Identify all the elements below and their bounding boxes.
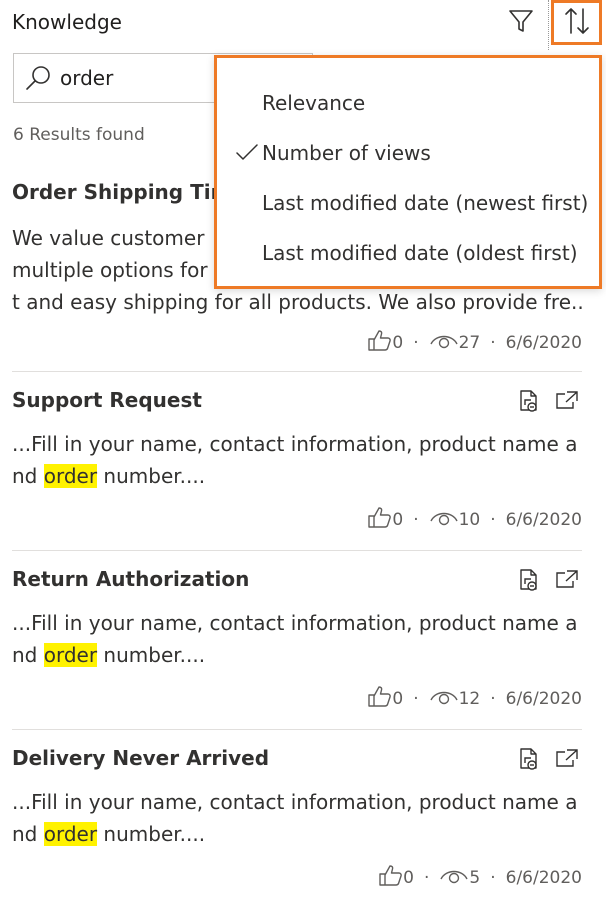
likes: 0: [377, 863, 414, 892]
article-meta: 0 · 10 · 6/6/2020: [366, 505, 582, 534]
article-title[interactable]: Return Authorization: [12, 567, 249, 591]
article-meta: 0 · 12 · 6/6/2020: [366, 684, 582, 713]
filter-button[interactable]: [503, 5, 539, 41]
article-actions: [516, 388, 580, 414]
article-card[interactable]: Support Request ...Fill in your name, co…: [12, 388, 582, 548]
likes-count: 0: [403, 867, 414, 888]
like-icon: [377, 863, 403, 892]
article-snippet: ...Fill in your name, contact informatio…: [12, 607, 582, 671]
likes-count: 0: [392, 332, 404, 353]
meta-separator: ·: [490, 867, 496, 888]
header-divider: [548, 0, 549, 50]
likes-count: 0: [392, 509, 404, 530]
meta-separator: ·: [413, 509, 419, 530]
open-external-icon[interactable]: [554, 567, 580, 593]
sort-option-number-of-views[interactable]: Number of views: [217, 128, 599, 178]
checkmark-icon: [235, 143, 259, 168]
article-title[interactable]: Delivery Never Arrived: [12, 746, 269, 770]
modified-date: 6/6/2020: [505, 509, 582, 530]
meta-separator: ·: [490, 332, 496, 353]
sort-option-label: Number of views: [262, 141, 431, 165]
views-count: 5: [469, 867, 481, 888]
sort-option-relevance[interactable]: Relevance: [217, 78, 599, 128]
link-article-icon[interactable]: [516, 388, 542, 414]
article-meta: 0 · 27 · 6/6/2020: [366, 328, 582, 357]
likes: 0: [366, 684, 403, 713]
meta-separator: ·: [413, 688, 419, 709]
sort-option-label: Relevance: [262, 91, 366, 115]
snippet-text: number....: [97, 643, 206, 667]
sort-button[interactable]: [551, 0, 602, 45]
article-card[interactable]: Delivery Never Arrived ...Fill in your n…: [12, 746, 582, 900]
likes: 0: [366, 505, 403, 534]
snippet-highlight: order: [43, 822, 98, 846]
article-meta: 0 · 5 · 6/6/2020: [377, 863, 582, 892]
snippet-line: t and easy shipping for all products. We…: [12, 290, 582, 314]
meta-separator: ·: [413, 332, 419, 353]
snippet-highlight: order: [43, 643, 98, 667]
search-icon: [24, 64, 52, 92]
snippet-highlight: order: [43, 464, 98, 488]
views: 27: [429, 330, 481, 355]
sort-menu: Relevance Number of views Last modified …: [214, 55, 602, 289]
link-article-icon[interactable]: [516, 567, 542, 593]
views: 12: [429, 686, 481, 711]
article-snippet: ...Fill in your name, contact informatio…: [12, 786, 582, 850]
meta-separator: ·: [424, 867, 430, 888]
views: 10: [429, 507, 481, 532]
view-icon: [429, 507, 459, 532]
article-actions: [516, 567, 580, 593]
article-snippet: ...Fill in your name, contact informatio…: [12, 428, 582, 492]
views-count: 12: [458, 688, 481, 709]
like-icon: [366, 684, 392, 713]
divider: [12, 371, 582, 372]
sort-option-newest-first[interactable]: Last modified date (newest first): [217, 178, 599, 228]
divider: [12, 550, 582, 551]
likes: 0: [366, 328, 403, 357]
open-external-icon[interactable]: [554, 388, 580, 414]
article-actions: [516, 746, 580, 772]
likes-count: 0: [392, 688, 404, 709]
views: 5: [439, 865, 480, 890]
sort-icon: [563, 6, 591, 40]
views-count: 10: [458, 509, 481, 530]
snippet-text: number....: [97, 464, 206, 488]
view-icon: [429, 330, 459, 355]
like-icon: [366, 505, 392, 534]
article-title[interactable]: Support Request: [12, 388, 202, 412]
meta-separator: ·: [490, 509, 496, 530]
sort-option-label: Last modified date (oldest first): [262, 241, 578, 265]
modified-date: 6/6/2020: [505, 867, 582, 888]
modified-date: 6/6/2020: [505, 688, 582, 709]
link-article-icon[interactable]: [516, 746, 542, 772]
results-count: 6 Results found: [13, 125, 145, 145]
modified-date: 6/6/2020: [505, 332, 582, 353]
views-count: 27: [458, 332, 481, 353]
sort-option-oldest-first[interactable]: Last modified date (oldest first): [217, 228, 599, 278]
filter-icon: [508, 8, 534, 38]
article-card[interactable]: Return Authorization ...Fill in your nam…: [12, 567, 582, 727]
view-icon: [429, 686, 459, 711]
divider: [12, 729, 582, 730]
like-icon: [366, 328, 392, 357]
sort-option-label: Last modified date (newest first): [262, 191, 589, 215]
meta-separator: ·: [490, 688, 496, 709]
snippet-text: number....: [97, 822, 206, 846]
panel-title: Knowledge: [12, 10, 122, 34]
view-icon: [439, 865, 469, 890]
open-external-icon[interactable]: [554, 746, 580, 772]
